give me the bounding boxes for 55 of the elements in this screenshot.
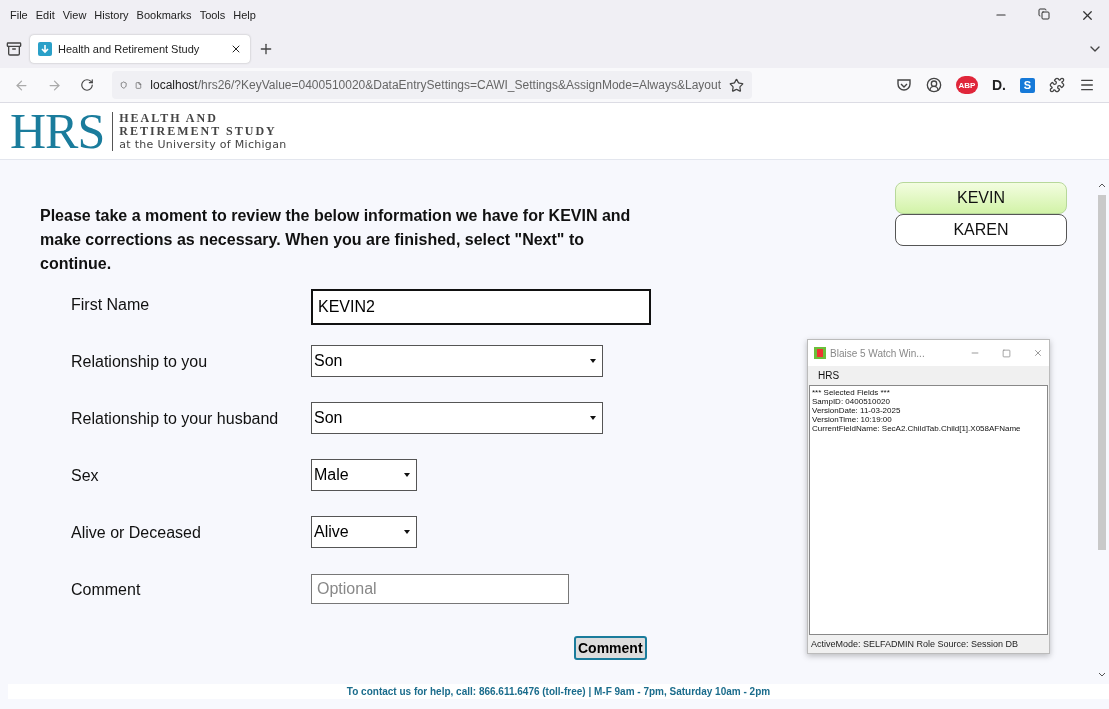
reload-icon[interactable] [80,78,94,92]
menu-item[interactable]: View [58,9,91,21]
select-field[interactable]: Son [311,345,603,377]
bookmark-star-icon[interactable] [729,77,744,93]
menu-item[interactable]: Help [229,9,260,21]
person-tab[interactable]: KEVIN [895,182,1067,214]
field-label: Comment [71,580,142,600]
watch-text: *** Selected Fields *** SampID: 0400510020 VersionDate: 11-03-2025 VersionTime: 10:19:00 CurrentFieldName: SecA2.ChildTab.Child[1].X058AFName [809,385,1048,635]
dropdown-caret-icon [590,358,596,364]
menu-item[interactable]: Edit [31,9,59,21]
field-label: Alive or Deceased [71,523,202,543]
close-icon[interactable] [230,43,242,55]
new-tab-icon[interactable] [258,41,274,57]
logo-text: RETIREMENT STUDY [119,124,278,138]
dropdown-caret-icon [404,529,410,535]
field-label: Sex [71,466,100,486]
shield-icon [120,78,128,92]
select-field[interactable]: Alive [311,516,417,548]
pocket-icon[interactable] [896,77,912,93]
text-field[interactable]: Optional [311,574,569,604]
instructions: Please take a moment to review the below information we have for KEVIN and make corrections as necessary. When you are finished, select "Next" to continue. [40,206,632,274]
extension-icon[interactable]: S [1020,77,1035,93]
menu-item[interactable]: HRS [808,366,1049,385]
comment-button[interactable]: Comment [574,636,647,660]
logo: HRS [10,106,105,156]
field-label: Relationship to you [71,352,209,372]
restore-icon[interactable] [1038,7,1050,20]
status-text: ActiveMode: SELFADMIN Role Source: Session DB [810,638,1020,651]
select-field[interactable]: Male [311,459,417,491]
select-field[interactable]: Son [311,402,603,434]
logo-text: at the University of Michigan [119,137,287,151]
site-favicon [38,42,52,56]
menu-item[interactable]: File [6,9,32,21]
menu-item[interactable]: Tools [195,9,230,21]
window-title: Blaise 5 Watch Win... [830,347,926,359]
logo-text: HEALTH AND [119,111,219,125]
field-label: Relationship to your husband [71,409,280,429]
adblock-icon[interactable]: ABP [956,76,978,94]
tab-list-icon[interactable] [6,41,22,57]
dropdown-caret-icon [590,415,596,421]
menu-item[interactable]: History [90,9,133,21]
address-field[interactable]: localhost/hrs26/?KeyValue=0400510020&DataEntrySettings=CAWI_Settings&AssignMode=Always&Layout [112,71,752,99]
url-text: localhost/hrs26/?KeyValue=0400510020&DataEntrySettings=CAWI_Settings&AssignMode=Always&Layout [150,78,721,92]
app-icon [814,347,826,359]
dropdown-caret-icon [404,472,410,478]
browser-tab[interactable]: Health and Retirement Study [30,35,250,63]
contact-footer: To contact us for help, call: 866.611.6476 (toll-free) | M-F 9am - 7pm, Saturday 10am - 2pm [8,684,1109,699]
menu-item[interactable]: Bookmarks [132,9,196,21]
extension-icon[interactable]: D. [992,77,1006,93]
account-icon[interactable] [926,77,942,93]
field-label: First Name [71,295,151,315]
person-tab[interactable]: KAREN [895,214,1067,246]
menu-icon[interactable] [1079,77,1095,93]
extensions-icon[interactable] [1049,77,1065,93]
text-field[interactable]: KEVIN2 [311,289,651,325]
